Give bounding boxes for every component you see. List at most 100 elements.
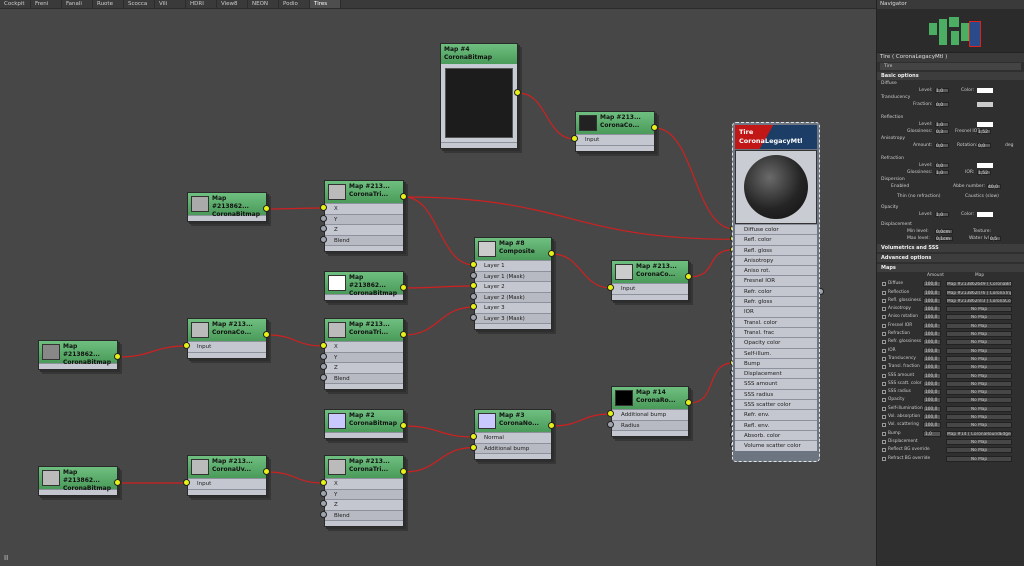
water-level-input[interactable]: 0,5: [989, 236, 1001, 242]
node-header[interactable]: Map #213... CoronaTri...: [325, 456, 403, 478]
map-enable-checkbox[interactable]: [882, 340, 886, 345]
node-header[interactable]: Map #213... CoronaCo...: [576, 112, 654, 134]
input-port[interactable]: [470, 303, 477, 310]
output-port[interactable]: [400, 468, 407, 475]
node-cc-left[interactable]: Map #213... CoronaCo... Input: [187, 318, 267, 359]
map-enable-checkbox[interactable]: [882, 381, 886, 386]
map-button[interactable]: No Map: [946, 405, 1012, 412]
material-slot[interactable]: Diffuse color: [735, 224, 817, 235]
map-enable-checkbox[interactable]: [882, 323, 886, 328]
input-slot[interactable]: Z: [325, 362, 403, 373]
input-slot[interactable]: Input: [612, 283, 688, 294]
map-enable-checkbox[interactable]: [882, 282, 886, 287]
map-enable-checkbox[interactable]: [882, 431, 886, 436]
map-button[interactable]: No Map: [946, 364, 1012, 371]
map-enable-checkbox[interactable]: [882, 307, 886, 312]
map-amount-input[interactable]: 100,0: [923, 347, 941, 354]
material-slot[interactable]: Refl. color: [735, 234, 817, 245]
input-port[interactable]: [320, 363, 327, 370]
map-amount-input[interactable]: 100,0: [923, 322, 941, 329]
input-slot[interactable]: Blend: [325, 372, 403, 383]
material-slot[interactable]: SSS amount: [735, 378, 817, 389]
input-port[interactable]: [320, 352, 327, 360]
input-slot[interactable]: Blend: [325, 234, 403, 245]
map-enable-checkbox[interactable]: [882, 290, 886, 295]
input-slot[interactable]: Y: [325, 488, 403, 499]
tab-hdri[interactable]: HDRI: [186, 0, 217, 8]
output-port[interactable]: [685, 399, 692, 406]
map-amount-input[interactable]: 100,0: [923, 339, 941, 346]
input-slot[interactable]: Radius: [612, 419, 688, 430]
map-enable-checkbox[interactable]: [882, 315, 886, 320]
input-port[interactable]: [571, 135, 578, 142]
input-slot[interactable]: Layer 1 (Mask): [475, 270, 551, 281]
input-port[interactable]: [607, 410, 614, 417]
map-enable-checkbox[interactable]: [882, 439, 886, 444]
tab-freni[interactable]: Freni: [31, 0, 62, 8]
node-header[interactable]: Map #213... CoronaUv...: [188, 456, 266, 478]
map-enable-checkbox[interactable]: [882, 373, 886, 378]
map-button[interactable]: No Map: [946, 397, 1012, 404]
node-header[interactable]: Map #3 CoronaNo...: [475, 410, 551, 432]
input-port[interactable]: [183, 479, 190, 486]
material-slot[interactable]: Refl. env.: [735, 419, 817, 430]
map-button[interactable]: No Map: [946, 438, 1012, 445]
input-port[interactable]: [320, 214, 327, 222]
input-slot[interactable]: Layer 2: [475, 281, 551, 292]
map-amount-input[interactable]: 100,0: [923, 331, 941, 338]
tab-tires[interactable]: Tires: [310, 0, 341, 8]
input-port[interactable]: [320, 235, 327, 243]
node-bmp-a[interactable]: Map #213862... CoronaBitmap: [187, 192, 267, 222]
aniso-amount-input[interactable]: 0,0: [935, 143, 949, 149]
map-enable-checkbox[interactable]: [882, 456, 886, 461]
node-header[interactable]: Map #8 Composite: [475, 238, 551, 260]
material-slot[interactable]: Anisotropy: [735, 254, 817, 266]
opacity-level-input[interactable]: 1,0: [935, 212, 949, 218]
node-header[interactable]: Map #213862... CoronaBitmap: [39, 341, 117, 366]
input-slot[interactable]: Layer 2 (Mask): [475, 291, 551, 302]
map-amount-input[interactable]: 1,0: [923, 430, 941, 437]
input-port[interactable]: [470, 282, 477, 289]
map-amount-input[interactable]: 100,0: [923, 289, 941, 296]
tab-podio[interactable]: Podio: [279, 0, 310, 8]
output-port[interactable]: [400, 284, 407, 291]
map-button[interactable]: Map #213862nll3 ( CoronaCol: [946, 297, 1012, 304]
output-port[interactable]: [514, 89, 521, 96]
node-bmp-c[interactable]: Map #213862... CoronaBitmap: [38, 340, 118, 370]
min-level-input[interactable]: 0,0cm: [935, 229, 953, 235]
map-button[interactable]: No Map: [946, 306, 1012, 313]
output-port[interactable]: [548, 250, 555, 257]
node-map3[interactable]: Map #3 CoronaNo... Normal Additional bump: [474, 409, 552, 460]
output-port[interactable]: [263, 468, 270, 475]
navigator-view[interactable]: [877, 9, 1024, 53]
map-enable-checkbox[interactable]: [882, 298, 886, 303]
map-button[interactable]: No Map: [946, 389, 1012, 396]
node-uv[interactable]: Map #213... CoronaUv... Input: [187, 455, 267, 496]
material-slot[interactable]: SSS scatter color: [735, 399, 817, 410]
thin-checkbox[interactable]: Thin (no refraction): [897, 194, 941, 199]
input-slot[interactable]: X: [325, 203, 403, 214]
node-header[interactable]: Map #2 CoronaBitmap: [325, 410, 403, 432]
map-button[interactable]: No Map: [946, 347, 1012, 354]
material-slot[interactable]: Transl. color: [735, 316, 817, 327]
node-header[interactable]: Map #4 CoronaBitmap: [441, 44, 517, 64]
material-slot[interactable]: Transl. frac: [735, 326, 817, 338]
output-port[interactable]: [263, 331, 270, 338]
map-button[interactable]: No Map: [946, 314, 1012, 321]
refr-level-input[interactable]: 0,0: [935, 163, 949, 169]
map-enable-checkbox[interactable]: [882, 390, 886, 395]
input-slot[interactable]: Input: [188, 478, 266, 489]
tab-fanali[interactable]: Fanali: [62, 0, 93, 8]
map-amount-input[interactable]: 100,0: [923, 297, 941, 304]
output-port[interactable]: [548, 422, 555, 429]
material-slot[interactable]: Refr. color: [735, 285, 817, 297]
map-button[interactable]: Map #213862649 ( CoronaBit: [946, 281, 1012, 288]
map-amount-input[interactable]: 100,0: [923, 380, 941, 387]
material-slot[interactable]: Aniso rot.: [735, 265, 817, 276]
input-port[interactable]: [320, 225, 327, 232]
map-button[interactable]: No Map: [946, 355, 1012, 362]
dispersion-enabled-checkbox[interactable]: Enabled: [891, 184, 909, 189]
input-slot[interactable]: Layer 1: [475, 260, 551, 271]
material-slot[interactable]: Bump: [735, 357, 817, 369]
map-amount-input[interactable]: 100,0: [923, 389, 941, 396]
